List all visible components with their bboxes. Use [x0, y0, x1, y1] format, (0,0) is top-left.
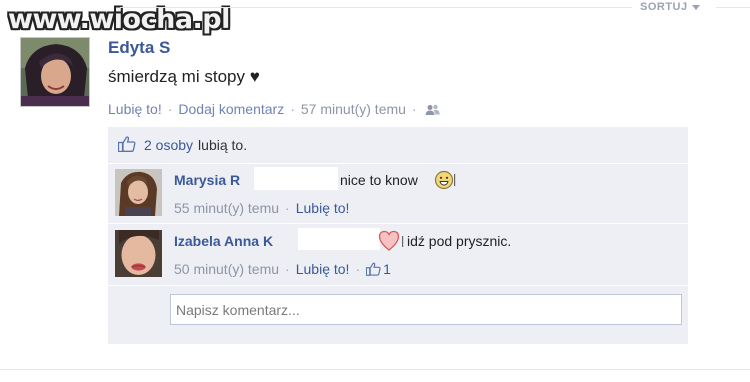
caret-down-icon [691, 5, 700, 10]
comment-author-name[interactable]: Marysia R [174, 172, 240, 188]
likes-summary: 2 osoby lubią to. [108, 127, 688, 163]
comment-item: Izabela Anna K idź pod prysznic. 50 minu… [108, 224, 688, 284]
comment-text: idź pod prysznic. [407, 233, 512, 249]
thumbs-up-icon [117, 135, 136, 155]
likes-count-link[interactable]: 2 osoby [144, 137, 193, 153]
comment-meta: 55 minut(y) temu · Lubię to! [174, 200, 349, 216]
comment-likes-count[interactable]: 1 [383, 261, 391, 277]
separator-dot: · [411, 101, 417, 117]
heart-icon [378, 230, 406, 257]
post-timestamp[interactable]: 57 minut(y) temu [301, 101, 406, 117]
censor-box [298, 228, 380, 250]
top-divider-right [716, 7, 750, 8]
comment-text: nice to know [340, 172, 418, 188]
top-divider [120, 7, 632, 8]
sort-label: SORTUJ [640, 1, 688, 13]
comment-item: Marysia R nice to know 55 minut(y) temu … [108, 164, 688, 222]
comment-input[interactable] [170, 294, 682, 325]
smiley-icon [434, 170, 456, 195]
post-text: śmierdzą mi stopy ♥ [108, 67, 260, 86]
separator-dot: · [285, 200, 290, 216]
likes-text: lubią to. [198, 137, 248, 153]
comment-timestamp[interactable]: 55 minut(y) temu [174, 200, 279, 216]
separator-dot: · [167, 101, 173, 117]
censor-box [254, 167, 338, 190]
separator-dot: · [290, 101, 295, 117]
separator-dot: · [285, 261, 290, 277]
comment-meta: 50 minut(y) temu · Lubię to! · 1 [174, 261, 391, 277]
comment-author-name[interactable]: Izabela Anna K [174, 233, 273, 249]
divider [108, 285, 688, 286]
post-author-name[interactable]: Edyta S [108, 38, 170, 58]
post-meta: Lubię to! · Dodaj komentarz · 57 minut(y… [108, 101, 440, 117]
comment-timestamp[interactable]: 50 minut(y) temu [174, 261, 279, 277]
comments-panel: 2 osoby lubią to. Marysia R nice to know [108, 127, 688, 344]
comment-like-button[interactable]: Lubię to! [296, 200, 350, 216]
friends-icon[interactable] [425, 103, 440, 115]
sort-button[interactable]: SORTUJ [640, 1, 700, 13]
comment-author-avatar[interactable] [115, 169, 162, 216]
like-button[interactable]: Lubię to! [108, 101, 162, 117]
thumbs-up-icon [366, 262, 381, 276]
comment-like-button[interactable]: Lubię to! [296, 261, 350, 277]
separator-dot: · [355, 261, 361, 277]
comment-author-avatar[interactable] [115, 230, 162, 277]
bottom-divider [0, 369, 750, 370]
watermark: www.wiocha.pl [8, 4, 230, 35]
add-comment-button[interactable]: Dodaj komentarz [178, 101, 284, 117]
post-author-avatar[interactable] [20, 37, 90, 107]
